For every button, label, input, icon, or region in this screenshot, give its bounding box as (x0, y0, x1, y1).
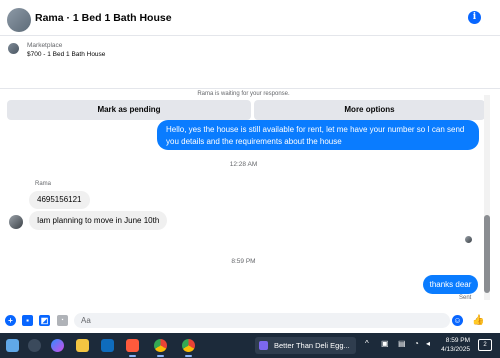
gif-icon[interactable]: ▪ (57, 315, 68, 326)
message-timestamp: 8:59 PM (231, 258, 256, 265)
listing-price-title[interactable]: $700 - 1 Bed 1 Bath House (27, 51, 105, 58)
volume-icon[interactable]: ◂ (426, 339, 430, 348)
sender-avatar[interactable] (9, 215, 23, 229)
conversation-header: Rama · 1 Bed 1 Bath House i (0, 0, 500, 36)
scrollbar-thumb[interactable] (484, 215, 490, 293)
taskbar-window-label: Better Than Deli Egg... (274, 341, 350, 350)
taskbar-window-button[interactable]: Better Than Deli Egg... (255, 337, 356, 354)
sticker-icon[interactable]: ◩ (39, 315, 50, 326)
message-timestamp: 12:28 AM (229, 161, 258, 168)
active-indicator (185, 355, 192, 357)
listing-avatar[interactable] (7, 8, 31, 32)
app-icon[interactable] (126, 339, 139, 352)
wifi-icon[interactable]: ◔ (414, 339, 419, 348)
seen-avatar (465, 236, 472, 243)
sender-name: Rama (35, 181, 52, 187)
listing-source: Marketplace (27, 42, 63, 49)
incoming-message[interactable]: 4695156121 (29, 191, 90, 209)
outgoing-message[interactable]: thanks dear (423, 275, 478, 294)
clock-time: 8:59 PM (445, 337, 470, 344)
active-indicator (129, 355, 136, 357)
message-composer: + ▪ ◩ ▪ Aa ☺ 👍 (0, 308, 500, 332)
search-icon[interactable] (28, 339, 41, 352)
video-app-icon (259, 341, 268, 350)
mark-as-pending-button[interactable]: Mark as pending (7, 100, 251, 120)
chrome-icon[interactable] (154, 339, 167, 352)
chevron-up-icon[interactable]: ^ (365, 339, 369, 348)
sent-status: Sent (459, 295, 472, 301)
listing-thumbnail (8, 43, 19, 54)
like-icon[interactable]: 👍 (472, 315, 484, 326)
divider (0, 88, 500, 89)
emoji-icon[interactable]: ☺ (452, 315, 463, 326)
active-indicator (157, 355, 164, 357)
taskbar: Better Than Deli Egg... ^ ▣ ▤ ◔ ◂ 8:59 P… (0, 333, 500, 358)
incoming-message[interactable]: Iam planning to move in June 10th (29, 211, 168, 230)
message-input[interactable]: Aa (74, 313, 450, 328)
outlook-icon[interactable] (101, 339, 114, 352)
file-explorer-icon[interactable] (76, 339, 89, 352)
clock-date: 4/13/2025 (441, 346, 470, 353)
plus-icon[interactable]: + (5, 315, 16, 326)
system-clock[interactable]: 8:59 PM 4/13/2025 (436, 336, 470, 354)
waiting-notice: Rama is waiting for your response. (197, 91, 290, 97)
info-icon[interactable]: i (468, 11, 481, 24)
photo-icon[interactable]: ▪ (22, 315, 33, 326)
tray-app-icon[interactable]: ▤ (398, 339, 406, 348)
outgoing-message[interactable]: Hello, yes the house is still available … (157, 120, 479, 150)
tray-app-icon[interactable]: ▣ (381, 339, 389, 348)
more-options-button[interactable]: More options (254, 100, 485, 120)
listing-panel: Marketplace $700 - 1 Bed 1 Bath House Ma… (0, 37, 500, 120)
conversation-title[interactable]: Rama · 1 Bed 1 Bath House (35, 12, 172, 24)
start-icon[interactable] (6, 339, 19, 352)
copilot-icon[interactable] (51, 339, 64, 352)
chrome-icon[interactable] (182, 339, 195, 352)
notification-icon[interactable]: 2 (478, 339, 492, 351)
